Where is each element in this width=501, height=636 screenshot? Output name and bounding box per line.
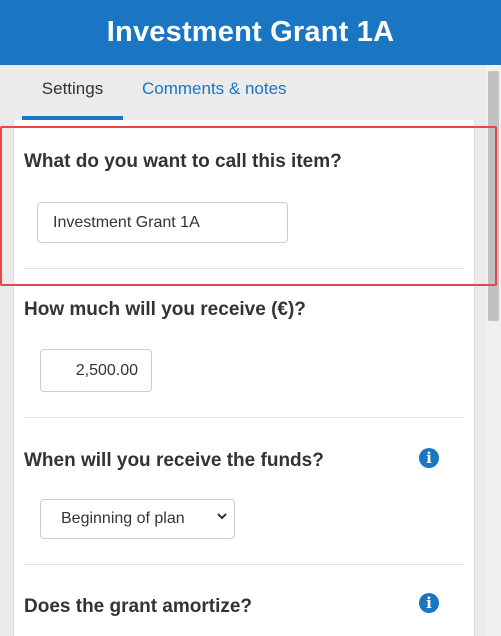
tab-settings[interactable]: Settings [22,79,123,120]
scrollbar-thumb[interactable] [488,71,499,321]
tab-settings-label: Settings [41,79,104,98]
name-question: What do you want to call this item? [24,151,342,172]
chevron-down-icon [217,513,227,520]
header-bar: Investment Grant 1A [0,0,501,65]
amortize-section: Does the grant amortize? i [24,565,464,636]
tab-bar: Settings Comments & notes [0,65,486,120]
info-icon[interactable]: i [419,593,439,613]
receive-when-selected: Beginning of plan [61,510,185,527]
page-title: Investment Grant 1A [106,16,395,48]
receive-when-select[interactable]: Beginning of plan [40,499,235,539]
tab-comments-notes[interactable]: Comments & notes [142,79,287,99]
amount-question: How much will you receive (€)? [24,299,306,320]
settings-panel: What do you want to call this item? How … [13,120,475,636]
receive-when-section: When will you receive the funds? i Begin… [24,418,464,564]
scrollbar[interactable] [486,65,501,636]
info-icon[interactable]: i [419,448,439,468]
tab-comments-label: Comments & notes [142,79,287,98]
name-section: What do you want to call this item? [24,120,464,268]
amortize-question: Does the grant amortize? [24,596,253,617]
name-input[interactable] [37,202,288,243]
receive-when-question: When will you receive the funds? [24,450,324,471]
amount-section: How much will you receive (€)? [24,269,464,417]
amount-input[interactable] [40,349,152,392]
